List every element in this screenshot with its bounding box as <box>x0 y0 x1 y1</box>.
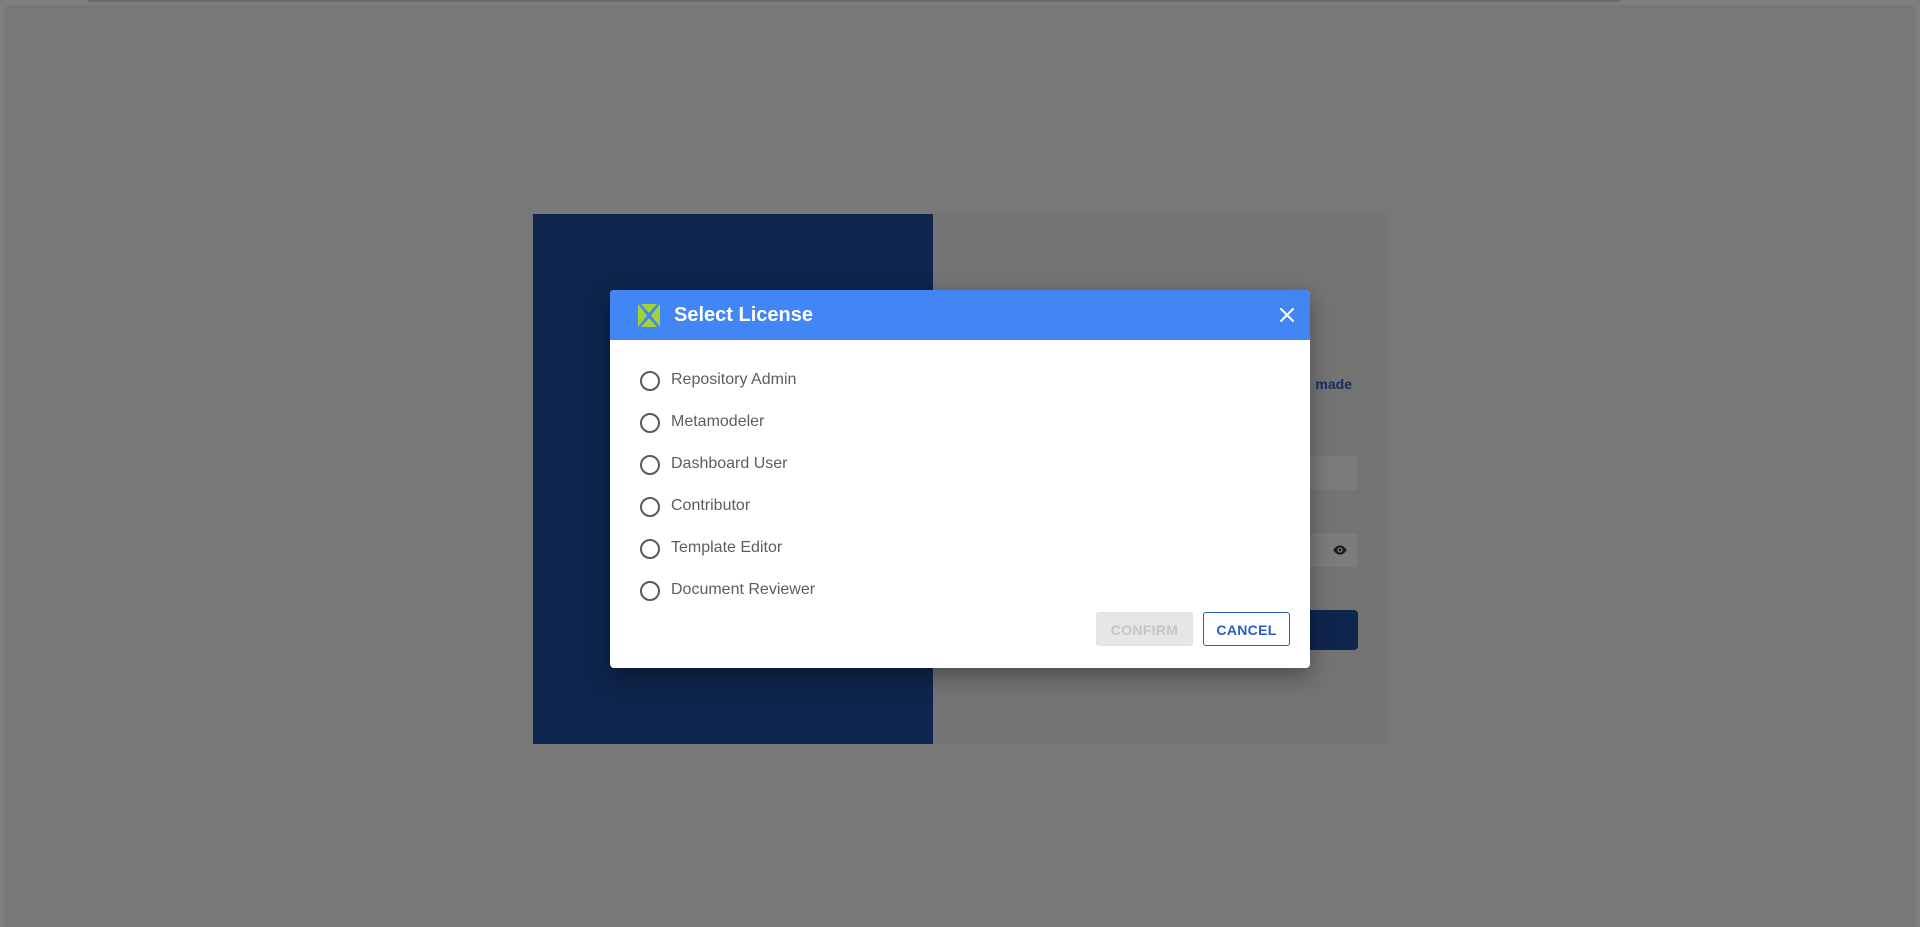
cancel-button[interactable]: CANCEL <box>1203 612 1290 646</box>
license-option-label: Repository Admin <box>671 371 797 388</box>
license-option-template-editor[interactable]: Template Editor <box>640 536 1000 562</box>
license-option-dashboard-user[interactable]: Dashboard User <box>640 452 1000 478</box>
license-option-document-reviewer[interactable]: Document Reviewer <box>640 578 1000 604</box>
radio-button[interactable] <box>640 539 660 559</box>
confirm-button[interactable]: CONFIRM <box>1096 612 1193 646</box>
x-logo-icon <box>638 304 660 327</box>
close-button[interactable] <box>1274 302 1300 328</box>
close-icon <box>1280 308 1294 322</box>
radio-button[interactable] <box>640 413 660 433</box>
dialog-header: Select License <box>610 290 1310 340</box>
license-option-label: Dashboard User <box>671 455 788 472</box>
license-option-metamodeler[interactable]: Metamodeler <box>640 410 1000 436</box>
license-option-label: Metamodeler <box>671 413 765 430</box>
license-option-label: Document Reviewer <box>671 581 816 598</box>
license-option-contributor[interactable]: Contributor <box>640 494 1000 520</box>
dialog-title: Select License <box>674 304 813 326</box>
radio-button[interactable] <box>640 581 660 601</box>
license-option-label: Contributor <box>671 497 751 514</box>
license-option-label: Template Editor <box>671 539 783 556</box>
license-option-repository-admin[interactable]: Repository Admin <box>640 368 1000 394</box>
select-license-dialog: Select License Repository Admin Metamode… <box>610 290 1310 668</box>
radio-button[interactable] <box>640 371 660 391</box>
radio-button[interactable] <box>640 455 660 475</box>
radio-button[interactable] <box>640 497 660 517</box>
